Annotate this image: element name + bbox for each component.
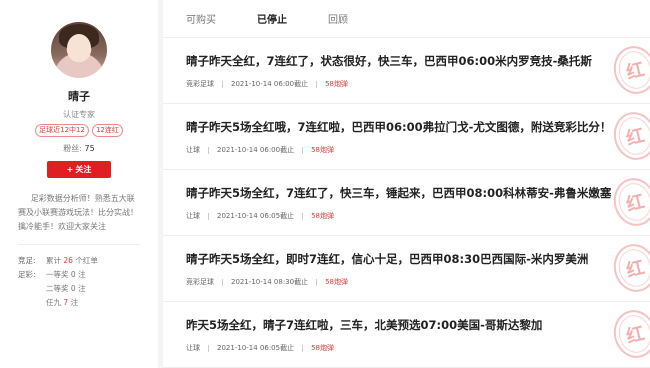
stat-suffix: 注 bbox=[78, 269, 86, 279]
meta-separator bbox=[222, 278, 223, 286]
meta-separator bbox=[316, 80, 318, 88]
profile-stats: 竞足: 累计 26 个红单 足彩: 一等奖 0 注 二等奖 0 注 任九 7 注 bbox=[18, 253, 140, 309]
stat-number: 0 bbox=[70, 269, 76, 279]
article-meta: 竞彩足球 2021-10-14 06:00截止 58炮弹 bbox=[186, 79, 650, 89]
article-meta: 让球 2021-10-14 06:05截止 58炮弹 bbox=[186, 343, 650, 353]
profile-role: 认证专家 bbox=[63, 110, 95, 119]
meta-separator bbox=[222, 80, 223, 88]
article-item[interactable]: 晴子昨天全红，7连红了，状态很好，快三车，巴西甲06:00米内罗竞技-桑托斯 竞… bbox=[163, 38, 650, 104]
article-list-panel: 可购买 已停止 回顾 晴子昨天全红，7连红了，状态很好，快三车，巴西甲06:00… bbox=[163, 0, 650, 368]
article-price: 58炮弹 bbox=[325, 80, 349, 88]
tab-review[interactable]: 回顾 bbox=[328, 11, 348, 26]
follow-button[interactable]: + 关注 bbox=[47, 161, 111, 178]
red-result-stamp-icon: 红 bbox=[608, 239, 650, 297]
stat-prefix: 二等奖 bbox=[46, 283, 69, 293]
stat-row: 竞足: 累计 26 个红单 bbox=[18, 253, 140, 267]
plus-icon: + bbox=[66, 165, 74, 174]
avatar-face bbox=[67, 34, 91, 62]
stat-prefix: 任九 bbox=[46, 297, 61, 307]
stat-value: 一等奖 0 注 bbox=[46, 269, 86, 280]
meta-separator bbox=[208, 146, 209, 154]
stat-prefix: 累计 bbox=[46, 255, 61, 265]
article-title[interactable]: 晴子昨天5场全红哦，7连红啦，巴西甲06:00弗拉门戈-尤文图德，附送竞彩比分！ bbox=[186, 119, 650, 135]
red-result-stamp-icon: 红 bbox=[608, 41, 650, 99]
red-result-stamp-icon: 红 bbox=[608, 107, 650, 165]
fans-count: 粉丝: 75 bbox=[63, 143, 94, 154]
article-meta: 竞彩足球 2021-10-14 08:30截止 58炮弹 bbox=[186, 277, 650, 287]
article-item[interactable]: 晴子昨天5场全红，7连红了，快三车，锤起来，巴西甲08:00科林蒂安-弗鲁米嫩塞… bbox=[163, 170, 650, 236]
article-deadline: 2021-10-14 08:30截止 bbox=[231, 278, 309, 286]
stat-suffix: 个红单 bbox=[75, 255, 98, 265]
red-result-stamp-icon: 红 bbox=[608, 305, 650, 363]
badge-streak: 足球近12中12 bbox=[35, 124, 89, 137]
stat-row: 足彩: 一等奖 0 注 bbox=[18, 267, 140, 281]
article-price: 58炮弹 bbox=[311, 344, 335, 352]
follow-label: 关注 bbox=[75, 165, 92, 174]
article-price: 58炮弹 bbox=[311, 146, 335, 154]
tab-bar: 可购买 已停止 回顾 bbox=[163, 0, 650, 38]
stat-row: 任九 7 注 bbox=[18, 295, 140, 309]
badge-consecutive: 12连红 bbox=[91, 124, 123, 137]
stat-value: 累计 26 个红单 bbox=[46, 255, 98, 266]
profile-name: 晴子 bbox=[68, 90, 90, 103]
article-meta: 让球 2021-10-14 06:05截止 58炮弹 bbox=[186, 211, 650, 221]
tab-purchasable[interactable]: 可购买 bbox=[186, 11, 216, 26]
stat-key: 竞足: bbox=[18, 255, 36, 265]
profile-badges: 足球近12中12 12连红 bbox=[35, 124, 123, 137]
article-item[interactable]: 昨天5场全红，晴子7连红啦，三车，北美预选07:00美国-哥斯达黎加 让球 20… bbox=[163, 302, 650, 368]
article-title[interactable]: 晴子昨天全红，7连红了，状态很好，快三车，巴西甲06:00米内罗竞技-桑托斯 bbox=[186, 53, 650, 69]
article-category: 竞彩足球 bbox=[186, 278, 214, 286]
meta-separator bbox=[302, 212, 304, 220]
article-deadline: 2021-10-14 06:00截止 bbox=[217, 146, 295, 154]
article-price: 58炮弹 bbox=[325, 278, 349, 286]
stat-suffix: 注 bbox=[78, 283, 86, 293]
stat-row: 二等奖 0 注 bbox=[18, 281, 140, 295]
article-category: 让球 bbox=[186, 146, 200, 154]
meta-separator bbox=[208, 212, 209, 220]
article-category: 竞彩足球 bbox=[186, 80, 214, 88]
article-deadline: 2021-10-14 06:05截止 bbox=[217, 344, 295, 352]
meta-separator bbox=[302, 146, 304, 154]
stat-number: 7 bbox=[63, 297, 69, 307]
article-item[interactable]: 晴子昨天5场全红，即时7连红，信心十足，巴西甲08:30巴西国际-米内罗美洲 竞… bbox=[163, 236, 650, 302]
article-title[interactable]: 昨天5场全红，晴子7连红啦，三车，北美预选07:00美国-哥斯达黎加 bbox=[186, 317, 650, 333]
meta-separator bbox=[302, 344, 304, 352]
article-price: 58炮弹 bbox=[311, 212, 335, 220]
meta-separator bbox=[316, 278, 318, 286]
profile-panel: 晴子 认证专家 足球近12中12 12连红 粉丝: 75 + 关注 足彩数据分析… bbox=[0, 0, 158, 368]
stat-key: 足彩: bbox=[18, 269, 36, 279]
stat-prefix: 一等奖 bbox=[46, 269, 69, 279]
profile-bio: 足彩数据分析师！熟悉五大联赛及小联赛游戏玩法！比分实战！擒冷能手！欢迎大家关注 bbox=[18, 194, 138, 231]
divider bbox=[18, 244, 140, 245]
article-deadline: 2021-10-14 06:00截止 bbox=[231, 80, 309, 88]
article-meta: 让球 2021-10-14 06:00截止 58炮弹 bbox=[186, 145, 650, 155]
article-category: 让球 bbox=[186, 344, 200, 352]
stat-suffix: 注 bbox=[70, 297, 79, 307]
stat-value: 二等奖 0 注 bbox=[46, 283, 86, 294]
tab-stopped[interactable]: 已停止 bbox=[257, 11, 287, 26]
meta-separator bbox=[208, 344, 209, 352]
article-title[interactable]: 晴子昨天5场全红，即时7连红，信心十足，巴西甲08:30巴西国际-米内罗美洲 bbox=[186, 251, 650, 267]
stat-number: 0 bbox=[70, 283, 76, 293]
fans-label: 粉丝: bbox=[63, 144, 82, 153]
stat-value: 任九 7 注 bbox=[46, 297, 78, 308]
article-item[interactable]: 晴子昨天5场全红哦，7连红啦，巴西甲06:00弗拉门戈-尤文图德，附送竞彩比分！… bbox=[163, 104, 650, 170]
article-category: 让球 bbox=[186, 212, 200, 220]
article-title[interactable]: 晴子昨天5场全红，7连红了，快三车，锤起来，巴西甲08:00科林蒂安-弗鲁米嫩塞 bbox=[186, 185, 650, 201]
avatar[interactable] bbox=[51, 22, 107, 78]
stat-number: 26 bbox=[63, 255, 73, 265]
fans-number: 75 bbox=[84, 144, 95, 153]
red-result-stamp-icon: 红 bbox=[608, 173, 650, 231]
article-deadline: 2021-10-14 06:05截止 bbox=[217, 212, 295, 220]
